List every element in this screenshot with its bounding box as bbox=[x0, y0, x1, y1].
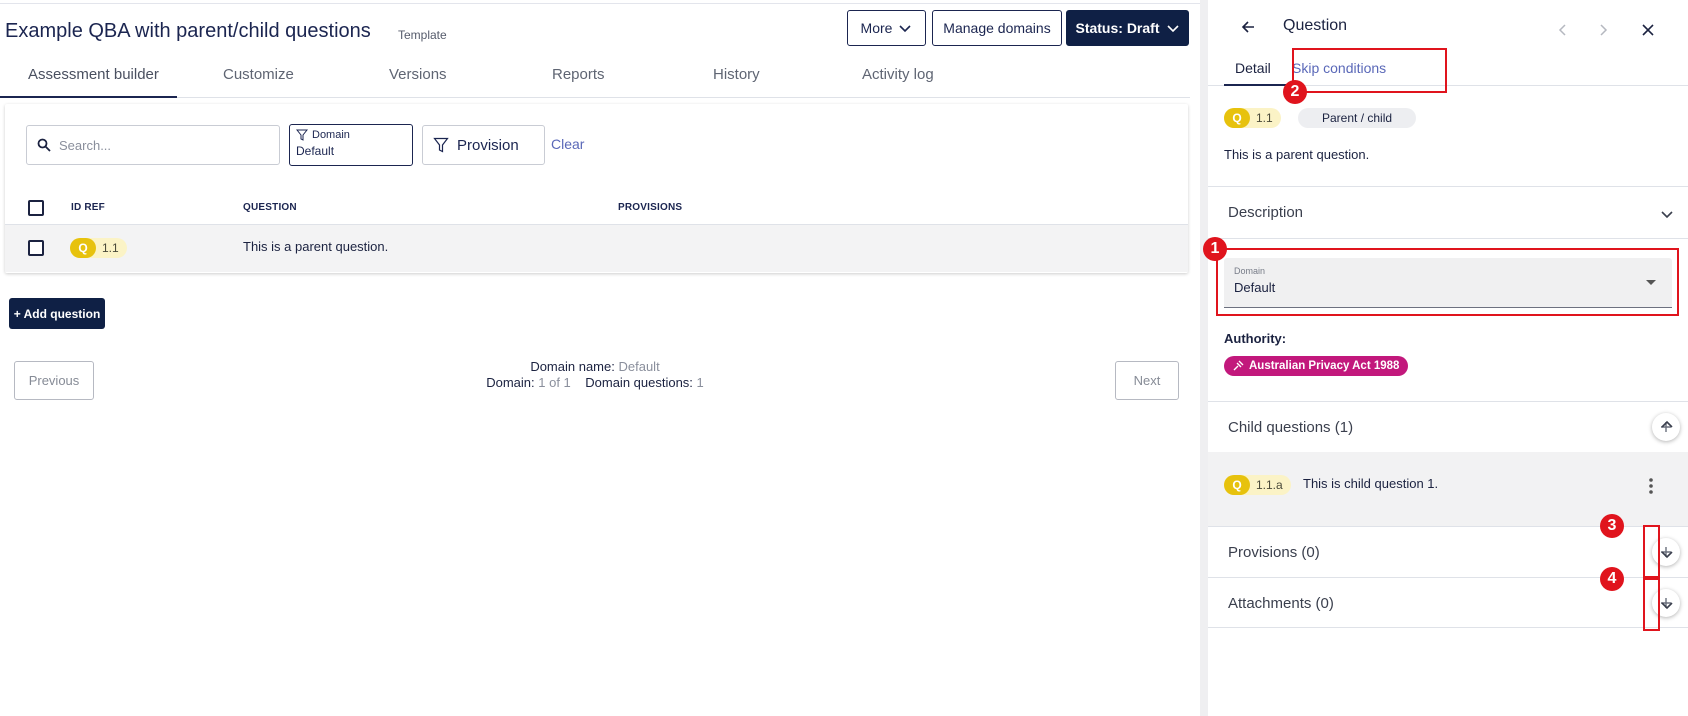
gavel-icon bbox=[1233, 360, 1244, 371]
provision-filter-label: Provision bbox=[457, 136, 519, 154]
domain-questions-value: 1 bbox=[696, 375, 704, 390]
question-type-chip: Parent / child bbox=[1298, 108, 1417, 128]
manage-domains-label: Manage domains bbox=[943, 20, 1051, 36]
row-checkbox[interactable] bbox=[28, 240, 44, 256]
select-all-checkbox[interactable] bbox=[28, 200, 44, 216]
manage-domains-button[interactable]: Manage domains bbox=[932, 10, 1062, 46]
tab-history[interactable]: History bbox=[713, 66, 760, 83]
pager-info: Domain name: Default Domain: 1 of 1 Doma… bbox=[470, 359, 720, 391]
status-button[interactable]: Status: Draft bbox=[1066, 10, 1189, 46]
questions-card: Domain Default Provision Clear ID REF QU… bbox=[5, 104, 1188, 273]
search-box bbox=[26, 125, 280, 165]
table-header: ID REF QUESTION PROVISIONS bbox=[5, 192, 1188, 225]
template-label: Template bbox=[398, 28, 447, 42]
description-label: Description bbox=[1228, 204, 1304, 221]
tab-reports[interactable]: Reports bbox=[552, 66, 605, 83]
annotation-number-1: 1 bbox=[1203, 237, 1227, 261]
annotation-box-4 bbox=[1643, 578, 1660, 631]
status-label: Status: Draft bbox=[1075, 20, 1160, 36]
domain-name-value: Default bbox=[618, 359, 660, 374]
annotation-number-4: 4 bbox=[1600, 567, 1624, 591]
child-questions-section: Child questions (1) bbox=[1208, 401, 1688, 452]
active-tab-indicator bbox=[1224, 84, 1289, 86]
authority-value: Australian Privacy Act 1988 bbox=[1249, 360, 1400, 372]
col-id-ref: ID REF bbox=[71, 202, 105, 213]
q-badge-icon: Q bbox=[1224, 108, 1250, 128]
more-label: More bbox=[860, 20, 893, 36]
description-section[interactable]: Description bbox=[1208, 186, 1688, 238]
search-icon bbox=[37, 138, 51, 152]
tab-customize[interactable]: Customize bbox=[223, 66, 294, 83]
col-question: QUESTION bbox=[243, 202, 297, 213]
child-questions-label: Child questions (1) bbox=[1228, 419, 1354, 436]
more-button[interactable]: More bbox=[847, 10, 926, 46]
filter-icon bbox=[296, 129, 308, 141]
add-question-button[interactable]: + Add question bbox=[9, 298, 105, 329]
domain-value: 1 of 1 bbox=[538, 375, 571, 390]
clear-filters-link[interactable]: Clear bbox=[551, 136, 584, 152]
main-area: Example QBA with parent/child questions … bbox=[0, 0, 1200, 716]
filter-icon bbox=[433, 137, 449, 153]
q-badge-icon: Q bbox=[1224, 475, 1250, 495]
next-question-icon[interactable] bbox=[1593, 20, 1613, 40]
top-divider bbox=[0, 3, 1200, 4]
section-divider bbox=[1208, 238, 1688, 239]
question-text: This is a parent question. bbox=[243, 239, 389, 254]
active-tab-indicator bbox=[0, 96, 177, 98]
domain-filter-value: Default bbox=[296, 144, 335, 158]
question-id-badge: Q 1.1 bbox=[1224, 108, 1281, 128]
question-id: 1.1 bbox=[102, 241, 119, 255]
more-vertical-icon[interactable] bbox=[1648, 477, 1654, 495]
tab-activity-log[interactable]: Activity log bbox=[862, 66, 934, 83]
chevron-down-icon[interactable] bbox=[1660, 207, 1674, 221]
domain-filter-label: Domain bbox=[312, 129, 350, 141]
previous-question-icon[interactable] bbox=[1553, 20, 1573, 40]
back-arrow-icon[interactable] bbox=[1238, 17, 1258, 37]
annotation-number-3: 3 bbox=[1600, 514, 1624, 538]
q-badge-icon: Q bbox=[70, 238, 96, 258]
panel-title: Question bbox=[1283, 17, 1348, 34]
chevron-up-icon[interactable] bbox=[1660, 418, 1674, 432]
annotation-box-1 bbox=[1216, 248, 1679, 316]
domain-questions-label: Domain questions: bbox=[585, 375, 693, 390]
annotation-number-2: 2 bbox=[1283, 80, 1307, 104]
annotation-box-3 bbox=[1643, 525, 1660, 578]
question-panel: Question Detail Skip conditions Q 1.1 Pa… bbox=[1208, 0, 1688, 716]
close-icon[interactable] bbox=[1638, 20, 1658, 40]
question-id-badge: Q 1.1 bbox=[70, 238, 127, 258]
chevron-down-icon[interactable] bbox=[1660, 547, 1674, 561]
child-question-text: This is child question 1. bbox=[1303, 476, 1439, 491]
question-text: This is a parent question. bbox=[1224, 147, 1370, 162]
panel-tabs: Detail Skip conditions bbox=[1208, 48, 1688, 86]
provision-filter[interactable]: Provision bbox=[422, 125, 545, 165]
question-id: 1.1 bbox=[1256, 111, 1273, 125]
page-title: Example QBA with parent/child questions bbox=[5, 20, 371, 42]
authority-label: Authority: bbox=[1224, 331, 1287, 346]
question-id: 1.1.a bbox=[1256, 478, 1283, 492]
attachments-label: Attachments (0) bbox=[1228, 595, 1334, 612]
domain-label: Domain: bbox=[486, 375, 535, 390]
tab-versions[interactable]: Versions bbox=[389, 66, 447, 83]
table-row[interactable]: Q 1.1 This is a parent question. bbox=[5, 225, 1188, 272]
chevron-down-icon bbox=[1166, 25, 1179, 33]
search-input[interactable] bbox=[59, 137, 259, 153]
domain-name-label: Domain name: bbox=[530, 359, 615, 374]
provisions-label: Provisions (0) bbox=[1228, 544, 1320, 561]
authority-badge[interactable]: Australian Privacy Act 1988 bbox=[1224, 356, 1409, 376]
previous-button[interactable]: Previous bbox=[14, 361, 94, 400]
panel-divider bbox=[1200, 0, 1208, 716]
next-button[interactable]: Next bbox=[1115, 361, 1179, 400]
question-id-badge: Q 1.1.a bbox=[1224, 475, 1291, 495]
chevron-down-icon[interactable] bbox=[1660, 598, 1674, 612]
domain-filter[interactable]: Domain Default bbox=[289, 124, 413, 166]
tab-assessment-builder[interactable]: Assessment builder bbox=[28, 66, 159, 83]
annotation-box-2 bbox=[1292, 48, 1447, 93]
tab-detail[interactable]: Detail bbox=[1235, 60, 1271, 76]
col-provisions: PROVISIONS bbox=[618, 202, 683, 213]
tab-bar: Assessment builder Customize Versions Re… bbox=[0, 58, 1190, 98]
chevron-down-icon bbox=[899, 25, 912, 33]
